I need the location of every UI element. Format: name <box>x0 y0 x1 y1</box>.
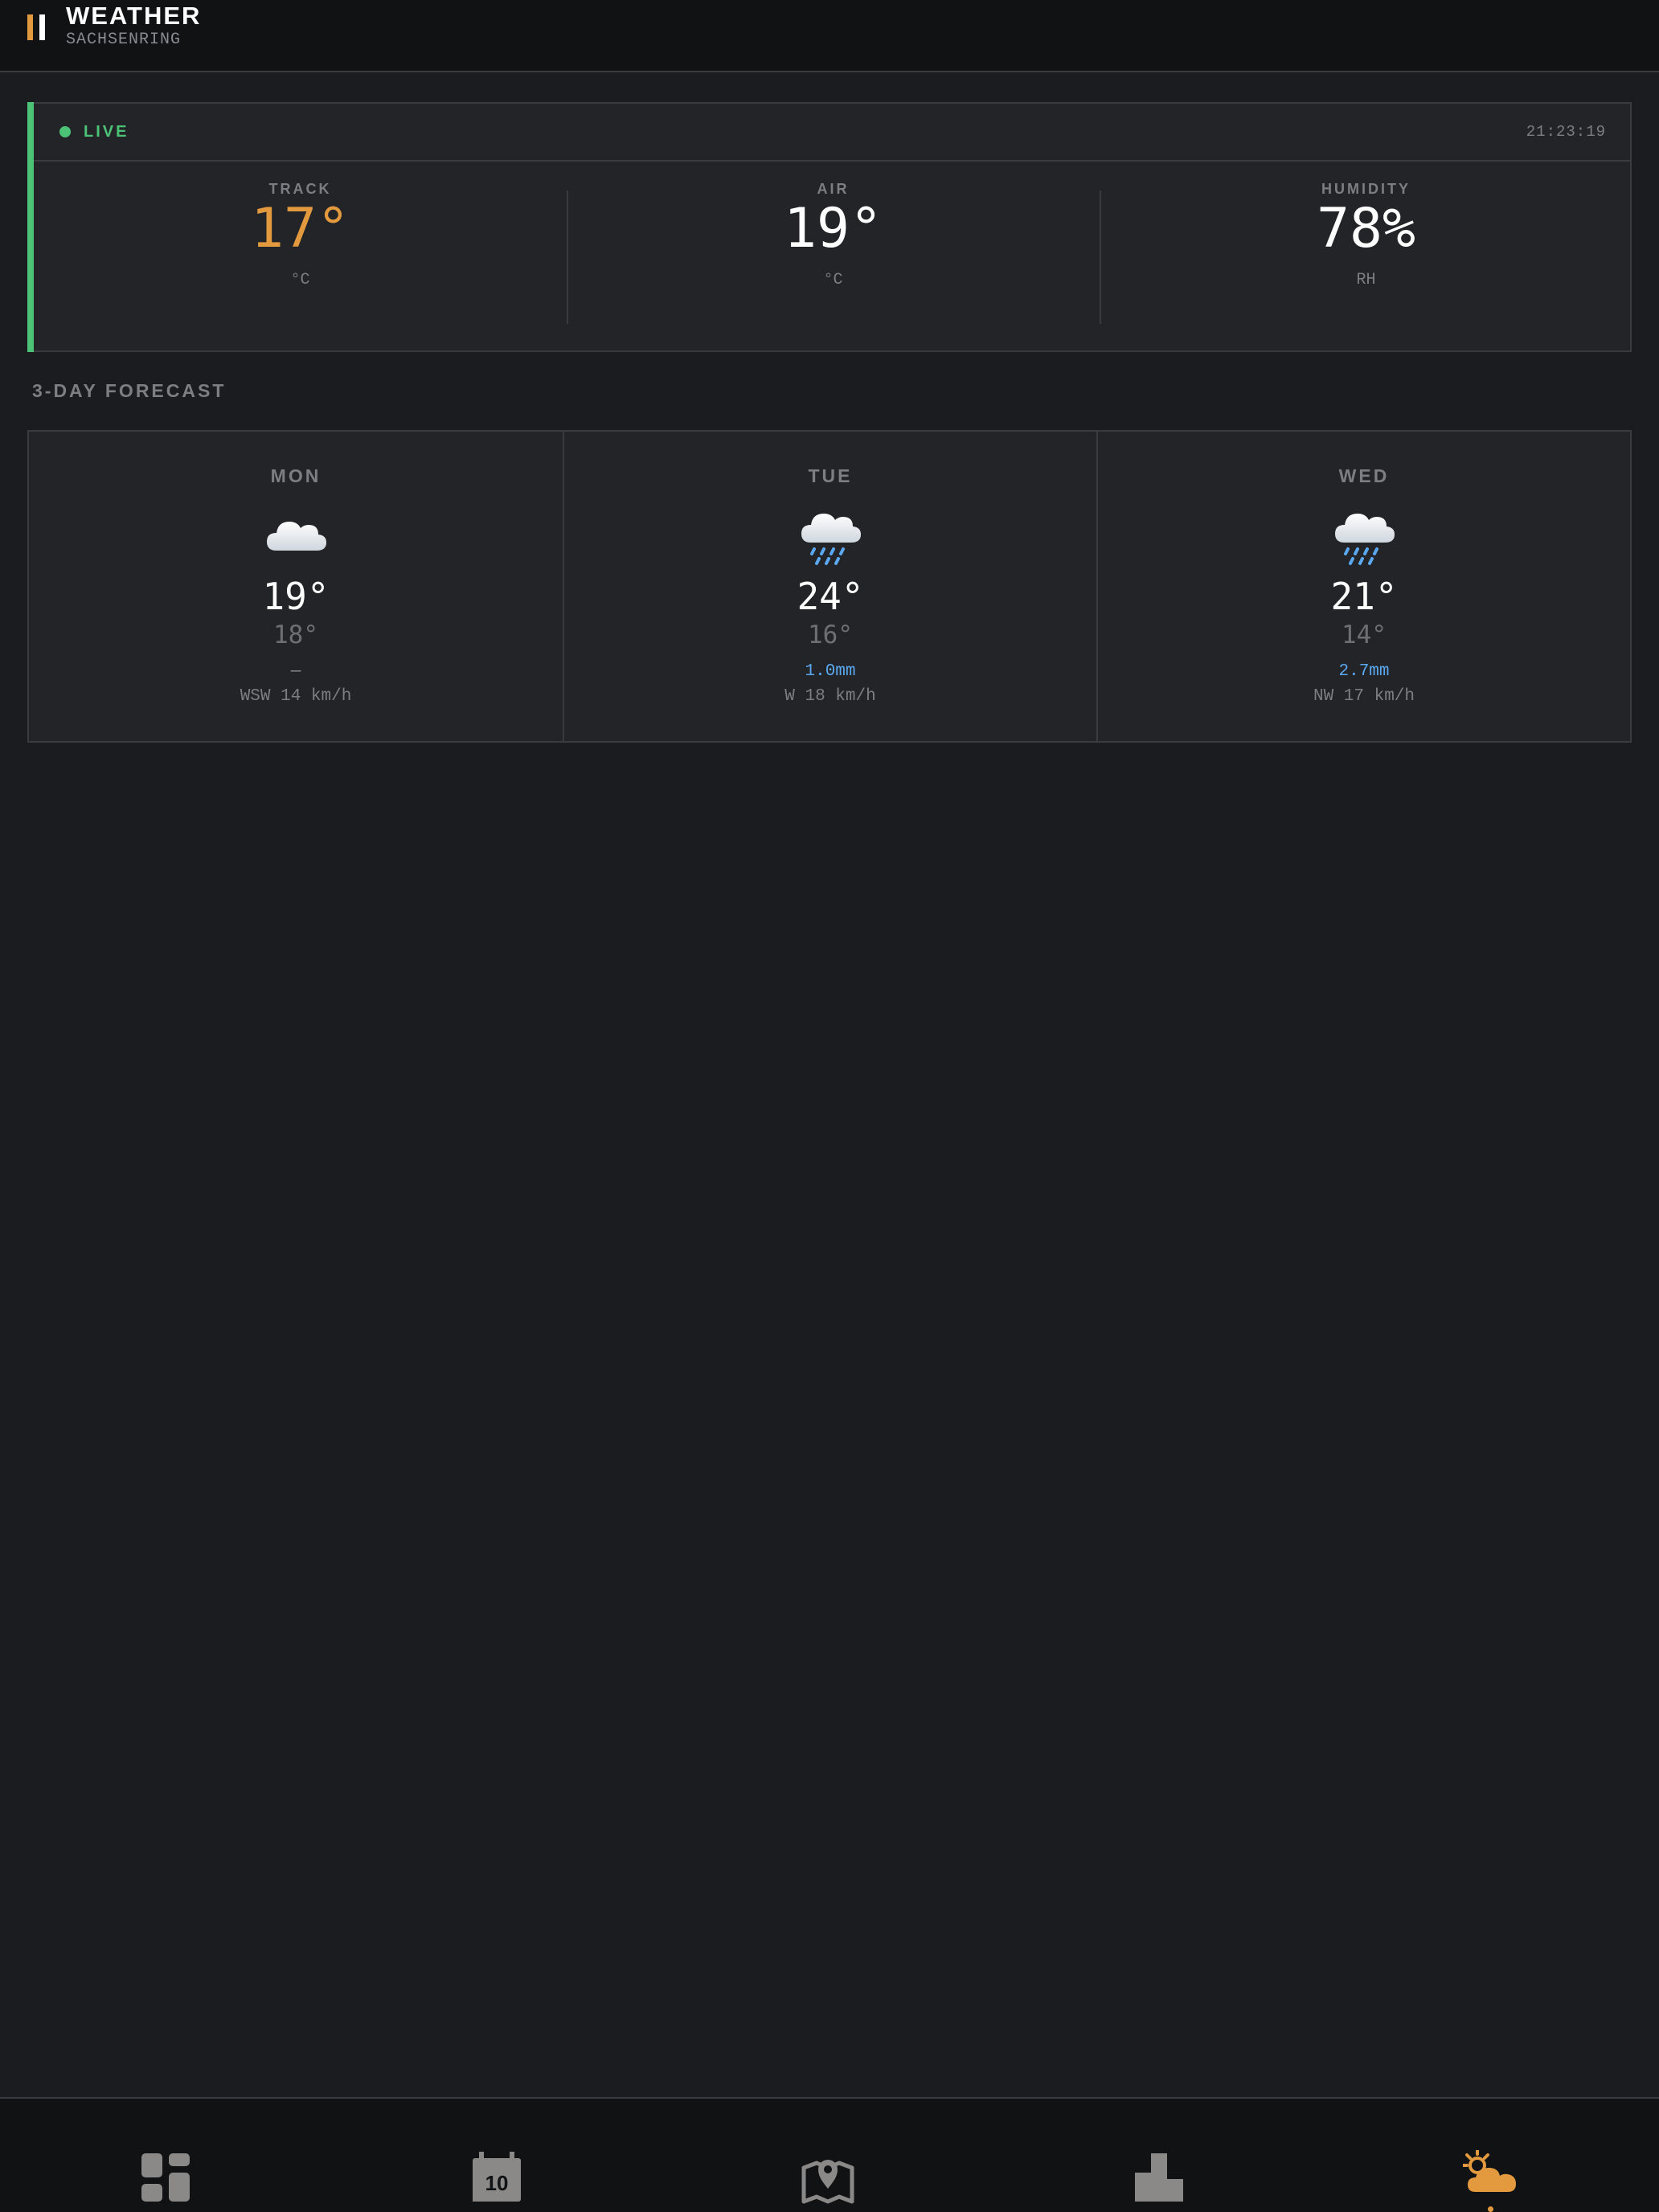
dashboard-icon <box>141 2153 190 2202</box>
metric-label: HUMIDITY <box>1321 181 1411 197</box>
day-precipitation: — <box>290 662 301 681</box>
live-accent-bar <box>27 102 34 352</box>
nav-item-dashboard[interactable] <box>0 2099 331 2212</box>
live-indicator-dot <box>59 126 71 137</box>
calendar-icon-label: 10 <box>485 2171 509 2195</box>
metric-unit: RH <box>1356 271 1376 289</box>
metric-value: 78% <box>1317 197 1415 260</box>
nav-item-calendar[interactable]: 10 <box>331 2099 662 2212</box>
live-conditions-card: LIVE 21:23:19 TRACK 17° °C AIR 19° °C HU… <box>27 102 1632 352</box>
nav-item-standings[interactable] <box>993 2099 1325 2212</box>
day-low-temp: 14° <box>1342 621 1387 649</box>
day-name: MON <box>270 465 322 486</box>
metric-label: TRACK <box>268 181 332 197</box>
day-low-temp: 16° <box>808 621 853 649</box>
forecast-day-mon[interactable]: MON 19° 18° — WSW 14 km/h <box>29 432 563 741</box>
sun-cloud-icon <box>1463 2150 1516 2192</box>
page-title: WEATHER <box>66 2 202 30</box>
day-high-temp: 19° <box>262 575 330 618</box>
metric-humidity: HUMIDITY 78% RH <box>1100 162 1632 352</box>
day-wind: WSW 14 km/h <box>240 687 352 706</box>
rain-cloud-icon <box>1335 514 1395 565</box>
day-wind: W 18 km/h <box>784 687 876 706</box>
bottom-nav: 10 <box>0 2097 1659 2212</box>
nav-active-indicator <box>1488 2206 1493 2212</box>
metric-value: 19° <box>784 197 883 260</box>
day-low-temp: 18° <box>273 621 318 649</box>
nav-item-map[interactable] <box>662 2099 993 2212</box>
forecast-day-tue[interactable]: TUE 24° 16° 1.0mm W 18 km/h <box>563 432 1096 741</box>
forecast-grid: MON 19° 18° — WSW 14 km/h TUE 24° 16° 1.… <box>27 430 1632 743</box>
metric-air: AIR 19° °C <box>567 162 1100 352</box>
cloud-icon <box>267 522 326 551</box>
day-high-temp: 21° <box>1330 575 1398 618</box>
metric-label: AIR <box>817 181 850 197</box>
day-name: WED <box>1338 465 1390 486</box>
day-high-temp: 24° <box>797 575 864 618</box>
header: WEATHER SACHSENRING <box>0 0 1659 72</box>
circuit-name: SACHSENRING <box>66 31 182 49</box>
day-name: TUE <box>808 465 853 486</box>
podium-icon <box>1135 2153 1183 2202</box>
live-header: LIVE 21:23:19 <box>34 104 1630 162</box>
metric-track: TRACK 17° °C <box>34 162 567 352</box>
metric-value: 17° <box>251 197 350 260</box>
metric-unit: °C <box>823 271 843 289</box>
app-logo <box>27 14 47 40</box>
day-precipitation: 2.7mm <box>1338 662 1390 681</box>
forecast-section-title: 3-DAY FORECAST <box>32 380 227 401</box>
live-status-label: LIVE <box>84 123 129 141</box>
map-pin-icon <box>801 2160 854 2204</box>
nav-item-weather[interactable] <box>1325 2099 1656 2212</box>
day-precipitation: 1.0mm <box>805 662 856 681</box>
live-timestamp: 21:23:19 <box>1526 123 1606 141</box>
calendar-icon: 10 <box>473 2152 521 2202</box>
rain-cloud-icon <box>801 514 861 565</box>
forecast-day-wed[interactable]: WED 21° 14° 2.7mm NW 17 km/h <box>1096 432 1630 741</box>
app: WEATHER SACHSENRING LIVE 21:23:19 TRACK … <box>0 0 1659 2212</box>
day-wind: NW 17 km/h <box>1313 687 1415 706</box>
metric-unit: °C <box>290 271 310 289</box>
